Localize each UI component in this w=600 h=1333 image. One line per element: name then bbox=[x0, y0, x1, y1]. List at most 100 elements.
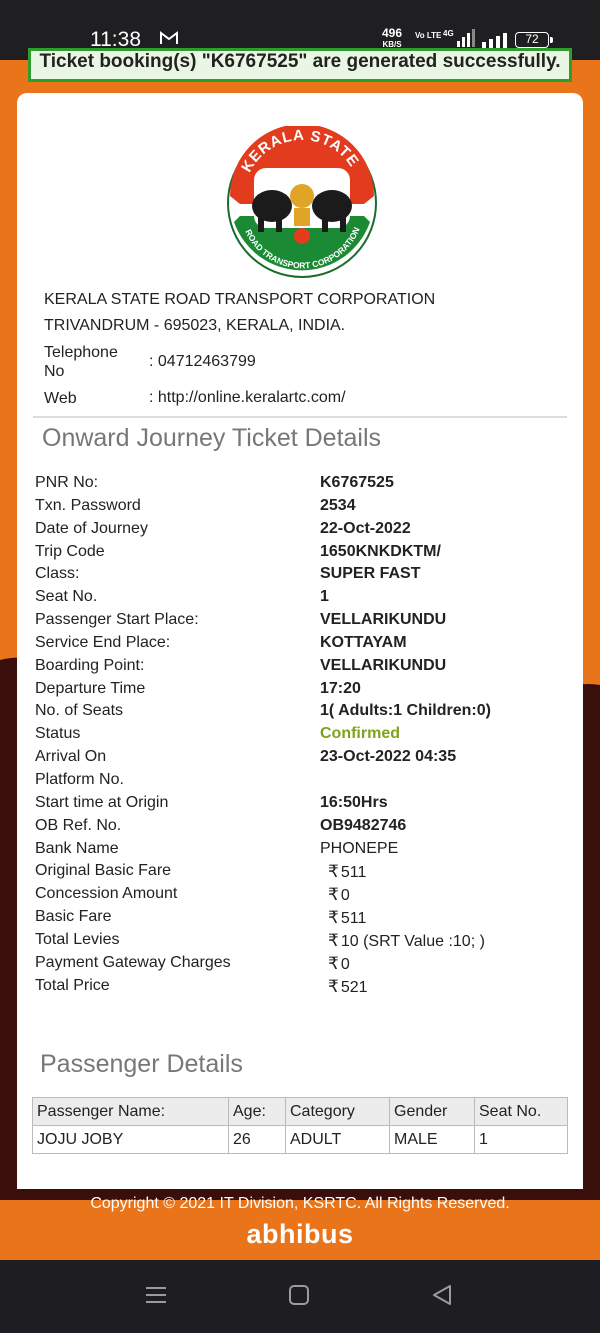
detail-label: Payment Gateway Charges bbox=[35, 953, 231, 971]
amount: 511 bbox=[340, 864, 367, 882]
detail-value: 23-Oct-2022 04:35 bbox=[320, 748, 457, 766]
detail-label: OB Ref. No. bbox=[35, 816, 122, 834]
rupee-icon: ₹ bbox=[328, 976, 339, 996]
ticket-detail-row: Original Basic Fare ₹511 bbox=[35, 862, 575, 885]
amount: 10 (SRT Value :10; ) bbox=[340, 932, 485, 950]
detail-value: ₹511 bbox=[328, 908, 366, 928]
rupee-icon: ₹ bbox=[328, 908, 339, 928]
detail-value: KOTTAYAM bbox=[320, 633, 407, 651]
ticket-detail-row: Platform No. bbox=[35, 771, 575, 794]
detail-value: 16:50Hrs bbox=[320, 793, 388, 811]
web-value[interactable]: : http://online.keralartc.com/ bbox=[149, 389, 346, 407]
success-banner: Ticket booking(s) "K6767525" are generat… bbox=[28, 48, 572, 82]
detail-label: Seat No. bbox=[35, 588, 98, 606]
ticket-detail-row: Service End Place: KOTTAYAM bbox=[35, 634, 575, 657]
detail-label: Service End Place: bbox=[35, 633, 171, 651]
ticket-detail-row: Basic Fare ₹511 bbox=[35, 908, 575, 931]
col-gender: Gender bbox=[389, 1097, 475, 1126]
detail-value: SUPER FAST bbox=[320, 565, 421, 583]
detail-value: ₹511 bbox=[328, 862, 366, 882]
ticket-details-list: PNR No: K6767525 Txn. Password 2534 Date of … bbox=[35, 474, 575, 999]
passenger-category: ADULT bbox=[285, 1125, 390, 1154]
detail-label: No. of Seats bbox=[35, 702, 124, 720]
telephone-value: : 04712463799 bbox=[149, 353, 256, 370]
copyright-text: Copyright © 2021 IT Division, KSRTC. All… bbox=[90, 1195, 510, 1212]
amount: 0 bbox=[340, 887, 350, 905]
detail-value: VELLARIKUNDU bbox=[320, 656, 447, 674]
detail-label: Class: bbox=[35, 565, 80, 583]
detail-label: Departure Time bbox=[35, 679, 146, 697]
ticket-detail-row: PNR No: K6767525 bbox=[35, 474, 575, 497]
ticket-details-heading: Onward Journey Ticket Details bbox=[42, 424, 382, 452]
amount: 521 bbox=[340, 978, 368, 996]
passenger-table-header: Passenger Name: Age: Category Gender Sea… bbox=[32, 1097, 568, 1126]
detail-label: Txn. Password bbox=[35, 496, 141, 514]
divider bbox=[33, 416, 567, 418]
detail-label: Arrival On bbox=[35, 748, 107, 766]
ticket-detail-row: OB Ref. No. OB9482746 bbox=[35, 817, 575, 840]
detail-label: Basic Fare bbox=[35, 908, 112, 926]
detail-label: Platform No. bbox=[35, 770, 124, 788]
rupee-icon: ₹ bbox=[328, 953, 339, 973]
back-triangle-icon[interactable] bbox=[431, 1284, 453, 1306]
volte-indicator: Vo LTE bbox=[415, 31, 442, 40]
ticket-detail-row: Status Confirmed bbox=[35, 725, 575, 748]
ticket-detail-row: Bank Name PHONEPE bbox=[35, 840, 575, 863]
detail-value: 2534 bbox=[320, 496, 356, 514]
detail-label: PNR No: bbox=[35, 474, 99, 491]
ticket-detail-row: Txn. Password 2534 bbox=[35, 497, 575, 520]
abhibus-logo: abhibus bbox=[246, 1219, 354, 1249]
gmail-icon bbox=[160, 31, 178, 44]
ksrtc-logo: KERALA STATE ROAD TRANSPORT CORPORATION bbox=[227, 126, 377, 278]
ticket-detail-row: Seat No. 1 bbox=[35, 588, 575, 611]
passenger-gender: MALE bbox=[389, 1125, 475, 1154]
ticket-detail-row: Date of Journey 22-Oct-2022 bbox=[35, 520, 575, 543]
detail-label: Status bbox=[35, 725, 81, 743]
ticket-detail-row: Boarding Point: VELLARIKUNDU bbox=[35, 657, 575, 680]
detail-label: Concession Amount bbox=[35, 885, 178, 903]
detail-value: K6767525 bbox=[320, 474, 394, 491]
home-square-icon[interactable] bbox=[288, 1284, 310, 1306]
amount: 511 bbox=[340, 910, 367, 928]
ticket-detail-row: Total Price ₹521 bbox=[35, 977, 575, 1000]
navigation-bar bbox=[0, 1260, 600, 1333]
detail-value: 1 bbox=[320, 588, 329, 606]
detail-label: Original Basic Fare bbox=[35, 862, 172, 880]
detail-value: OB9482746 bbox=[320, 816, 407, 834]
detail-label: Passenger Start Place: bbox=[35, 611, 199, 629]
ticket-detail-row: Concession Amount ₹0 bbox=[35, 885, 575, 908]
passenger-age: 26 bbox=[228, 1125, 286, 1154]
ticket-detail-row: Total Levies ₹10 (SRT Value :10; ) bbox=[35, 931, 575, 954]
rupee-icon: ₹ bbox=[328, 885, 339, 905]
web-label: Web bbox=[44, 390, 77, 407]
menu-icon[interactable] bbox=[145, 1284, 167, 1306]
detail-value: 22-Oct-2022 bbox=[320, 519, 411, 537]
ticket-detail-row: No. of Seats 1( Adults:1 Children:0) bbox=[35, 702, 575, 725]
detail-label: Date of Journey bbox=[35, 519, 148, 537]
detail-value: 1( Adults:1 Children:0) bbox=[320, 702, 491, 720]
ticket-detail-row: Class: SUPER FAST bbox=[35, 565, 575, 588]
ticket-detail-row: Arrival On 23-Oct-2022 04:35 bbox=[35, 748, 575, 771]
ticket-detail-row: Payment Gateway Charges ₹0 bbox=[35, 954, 575, 977]
detail-value: ₹0 bbox=[328, 954, 350, 974]
passenger-name: JOJU JOBY bbox=[32, 1125, 229, 1154]
detail-label: Boarding Point: bbox=[35, 656, 145, 674]
ticket-detail-row: Start time at Origin 16:50Hrs bbox=[35, 794, 575, 817]
detail-value: ₹521 bbox=[328, 977, 368, 997]
ticket-detail-row: Trip Code 1650KNKDKTM/ bbox=[35, 543, 575, 566]
svg-text:4G: 4G bbox=[443, 29, 454, 38]
ticket-detail-row: Passenger Start Place: VELLARIKUNDU bbox=[35, 611, 575, 634]
detail-value: Confirmed bbox=[320, 725, 400, 743]
detail-label: Total Price bbox=[35, 976, 110, 994]
battery-icon: 72 bbox=[515, 32, 553, 48]
success-banner-text: Ticket booking(s) "K6767525" are generat… bbox=[39, 51, 561, 72]
detail-value: VELLARIKUNDU bbox=[320, 611, 447, 629]
rupee-icon: ₹ bbox=[328, 862, 339, 882]
detail-label: Bank Name bbox=[35, 839, 119, 857]
passenger-details-heading: Passenger Details bbox=[40, 1050, 243, 1078]
ticket-detail-row: Departure Time 17:20 bbox=[35, 680, 575, 703]
table-row: JOJU JOBY 26 ADULT MALE 1 bbox=[32, 1125, 568, 1154]
detail-value: ₹10 (SRT Value :10; ) bbox=[328, 931, 485, 951]
org-address: TRIVANDRUM - 695023, KERALA, INDIA. bbox=[44, 317, 346, 334]
network-speed: 496 KB/S bbox=[382, 26, 403, 49]
